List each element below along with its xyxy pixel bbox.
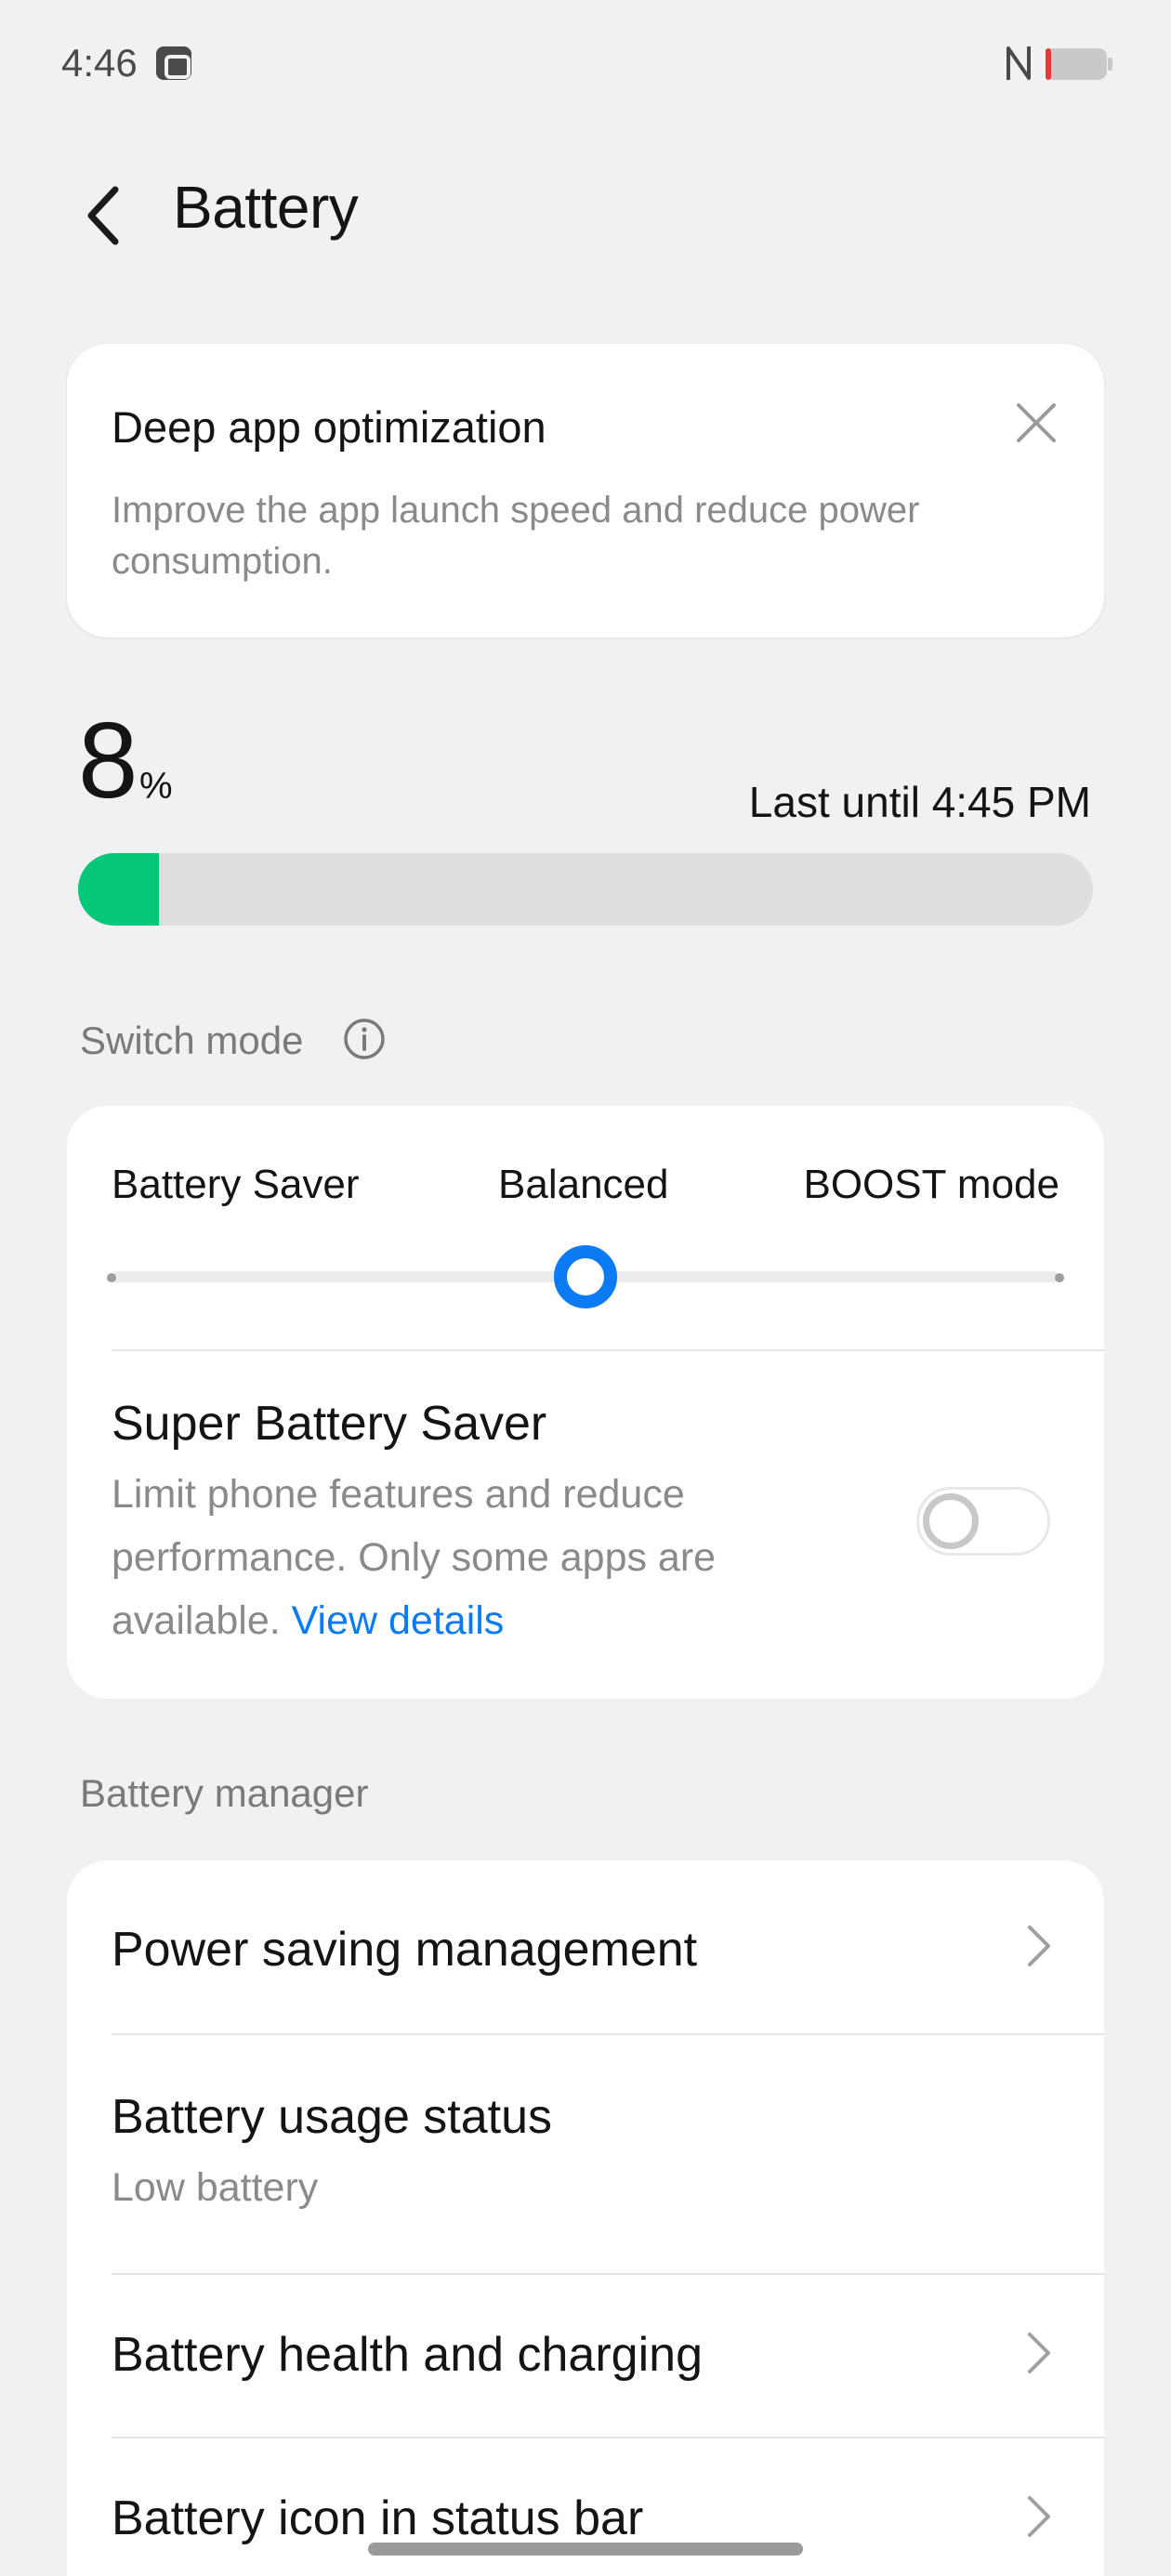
row-power-saving-management[interactable]: Power saving management [67,1860,1104,2031]
back-chevron-icon[interactable] [78,182,130,249]
mode-card: Battery Saver Balanced BOOST mode Super … [67,1106,1104,1699]
optimization-card[interactable]: Deep app optimization Improve the app la… [67,344,1104,637]
mode-option-boost[interactable]: BOOST mode [803,1162,1059,1208]
mode-option-balanced[interactable]: Balanced [498,1162,668,1208]
super-battery-saver-title: Super Battery Saver [112,1397,547,1451]
close-icon[interactable] [1013,400,1059,446]
nfc-icon [1007,46,1031,80]
battery-manager-label: Battery manager [80,1771,369,1815]
status-time: 4:46 [61,41,138,85]
toggle-knob [923,1493,979,1549]
chevron-right-icon [1028,2496,1050,2537]
home-indicator[interactable] [368,2543,803,2556]
optimization-title: Deep app optimization [112,402,546,452]
super-battery-saver-toggle[interactable] [916,1487,1050,1556]
info-icon[interactable] [342,1017,387,1061]
row-title: Battery icon in status bar [112,2491,644,2545]
row-battery-health-and-charging[interactable]: Battery health and charging [67,2275,1104,2437]
battery-settings-screen: 4:46 Battery Deep app optimization Impro… [0,0,1171,2576]
battery-level-fill [78,853,160,926]
mode-slider-stop-end [1055,1273,1064,1282]
row-title: Battery health and charging [112,2328,703,2382]
view-details-link[interactable]: View details [292,1598,505,1643]
divider [112,1349,1104,1351]
battery-percentage-unit: % [139,766,173,807]
mode-slider-stop-start [107,1273,116,1282]
notification-app-icon [156,46,191,80]
switch-mode-label: Switch mode [80,1019,304,1062]
status-battery-icon [1046,48,1112,80]
optimization-description: Improve the app launch speed and reduce … [112,490,920,582]
mode-option-battery-saver[interactable]: Battery Saver [112,1162,360,1208]
row-title: Battery usage status [112,2090,553,2144]
super-battery-saver-description: Limit phone features and reduce performa… [112,1463,874,1652]
chevron-right-icon [1028,2333,1050,2373]
battery-estimate: Last until 4:45 PM [748,778,1091,826]
page-title: Battery [173,174,359,241]
row-battery-usage-status[interactable]: Battery usage status Low battery [67,2035,1104,2273]
row-title: Power saving management [112,1923,698,1977]
row-subtitle: Low battery [112,2165,319,2210]
battery-percentage-value: 8 [78,700,138,821]
mode-slider-thumb[interactable] [554,1245,617,1308]
battery-level-bar [78,853,1093,926]
chevron-right-icon [1028,1925,1050,1966]
battery-manager-card: Power saving management Battery usage st… [67,1860,1104,2576]
